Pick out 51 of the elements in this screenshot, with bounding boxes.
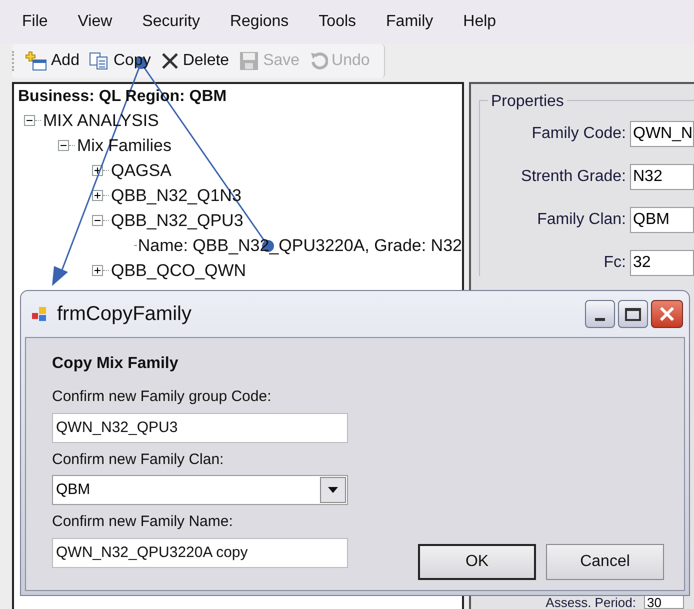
tree-node[interactable]: Mix Families: [77, 132, 172, 158]
menu-item[interactable]: Family: [386, 10, 434, 34]
expand-icon[interactable]: [92, 190, 103, 201]
property-field[interactable]: QBM: [630, 207, 694, 233]
copy-icon: [89, 52, 110, 70]
collapse-icon[interactable]: [58, 140, 69, 151]
text-field[interactable]: QWN_N32_QPU3: [52, 412, 348, 442]
field-label: Family Clan:: [537, 210, 626, 230]
tree-node[interactable]: QBB_QCO_QWN: [111, 258, 246, 284]
toolbar-button[interactable]: Add: [25, 49, 80, 73]
save-icon: [239, 51, 260, 71]
dropdown-field[interactable]: QBM: [52, 475, 348, 505]
caret-icon: [328, 487, 338, 493]
dialog-title: frmCopyFamily: [57, 302, 192, 327]
undo-icon: [310, 52, 328, 70]
field-label: Confirm new Family Name:: [52, 512, 234, 532]
property-field[interactable]: QWN_N: [630, 121, 694, 147]
field-label: Confirm new Family Clan:: [52, 450, 225, 470]
add-table-icon: [25, 51, 47, 71]
field-label: Fc:: [604, 253, 626, 273]
collapse-icon[interactable]: [92, 215, 103, 226]
menu-item[interactable]: View: [78, 10, 112, 34]
menu-item[interactable]: Help: [463, 10, 496, 34]
maximize-button[interactable]: [618, 300, 648, 328]
field-label: Strenth Grade:: [521, 167, 626, 187]
dialog-heading: Copy Mix Family: [52, 354, 180, 374]
grip-icon: [12, 51, 15, 71]
tree-node[interactable]: QAGSA: [111, 158, 172, 184]
dropdown-button[interactable]: [320, 477, 346, 503]
menu-item[interactable]: Tools: [318, 10, 356, 34]
text-field[interactable]: QWN_N32_QPU3220A copy: [52, 538, 348, 568]
field-label: Assess. Period:: [546, 596, 636, 609]
property-field[interactable]: 30: [644, 595, 684, 609]
minimize-button[interactable]: [585, 300, 615, 328]
delete-icon: [160, 52, 179, 70]
menu-item[interactable]: File: [22, 10, 48, 34]
expand-icon[interactable]: [92, 265, 103, 276]
close-button[interactable]: [651, 300, 683, 328]
field-label: Family Code:: [532, 124, 626, 144]
property-field[interactable]: N32: [630, 164, 694, 190]
property-field[interactable]: 32: [630, 250, 694, 276]
dialog-button[interactable]: Cancel: [546, 544, 664, 580]
field-label: Confirm new Family group Code:: [52, 387, 272, 407]
toolbar-button[interactable]: Delete: [160, 49, 230, 73]
dialog-button[interactable]: OK: [418, 544, 536, 580]
tree-node[interactable]: QBB_N32_QPU3: [111, 208, 244, 234]
close-icon: [659, 306, 675, 322]
menu-item[interactable]: Regions: [230, 10, 289, 34]
form-icon: [31, 305, 49, 323]
collapse-icon[interactable]: [24, 115, 35, 126]
menu-item[interactable]: Security: [142, 10, 200, 34]
